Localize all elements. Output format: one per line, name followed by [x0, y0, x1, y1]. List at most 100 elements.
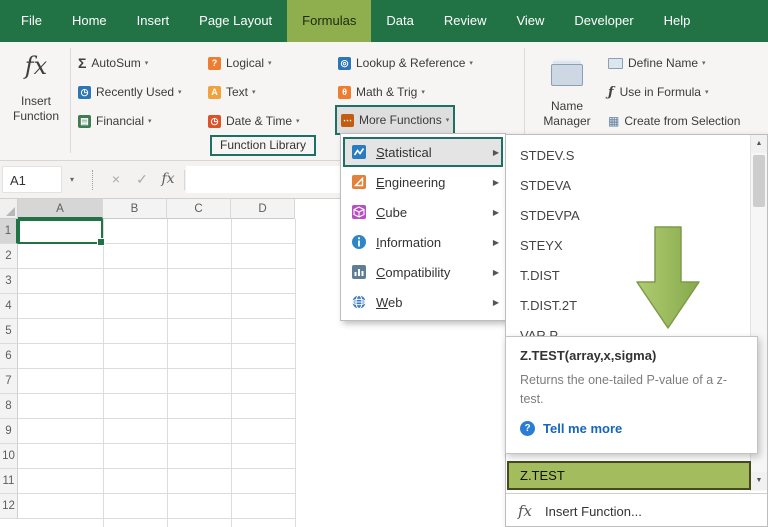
financial-button[interactable]: ▤ Financial ▾ — [78, 108, 152, 134]
name-manager-label-1: Name — [550, 99, 583, 113]
tab-insert[interactable]: Insert — [122, 0, 185, 42]
chevron-down-icon: ▾ — [296, 118, 300, 125]
statistical-icon — [351, 144, 367, 160]
tab-view[interactable]: View — [501, 0, 559, 42]
chevron-down-icon: ▾ — [148, 118, 152, 125]
tab-help[interactable]: Help — [649, 0, 706, 42]
cube-icon — [351, 204, 367, 220]
more-functions-button[interactable]: ⋯ More Functions ▾ — [335, 105, 456, 135]
fill-handle[interactable] — [97, 238, 105, 246]
row-header[interactable]: 12 — [0, 494, 18, 519]
text-button[interactable]: A Text ▾ — [208, 79, 256, 105]
menu-item-compatibility[interactable]: Compatibility ▶ — [343, 257, 503, 287]
function-item[interactable]: STDEVA — [506, 171, 750, 201]
recently-used-label: Recently Used — [96, 85, 175, 99]
column-header-c[interactable]: C — [167, 199, 231, 219]
sigma-icon: Σ — [78, 55, 87, 71]
lookup-reference-icon: ◎ — [338, 56, 351, 70]
autosum-button[interactable]: Σ AutoSum ▾ — [78, 50, 148, 76]
ribbon-tab-bar: File Home Insert Page Layout Formulas Da… — [0, 0, 768, 42]
tab-developer[interactable]: Developer — [559, 0, 648, 42]
math-trig-label: Math & Trig — [356, 85, 418, 99]
formula-bar-divider — [92, 170, 93, 190]
scrollbar-thumb[interactable] — [753, 155, 765, 207]
menu-item-cube[interactable]: Cube ▶ — [343, 197, 503, 227]
gridline — [231, 219, 232, 527]
select-all-corner[interactable] — [0, 199, 18, 219]
tab-formulas[interactable]: Formulas — [287, 0, 372, 42]
function-library-callout: Function Library — [210, 135, 317, 156]
function-item[interactable]: T.DIST — [506, 261, 750, 291]
function-item-ztest-highlighted[interactable]: Z.TEST — [507, 461, 751, 490]
menu-label: S — [376, 144, 385, 160]
row-header[interactable]: 10 — [0, 444, 18, 469]
define-name-label: Define Name — [628, 56, 699, 70]
tab-page-layout[interactable]: Page Layout — [184, 0, 287, 42]
row-header[interactable]: 1 — [0, 219, 18, 244]
tab-data[interactable]: Data — [371, 0, 428, 42]
group-separator — [70, 48, 71, 153]
row-header[interactable]: 3 — [0, 269, 18, 294]
row-header[interactable]: 7 — [0, 369, 18, 394]
cancel-button[interactable]: × — [104, 166, 128, 193]
chevron-down-icon: ▾ — [178, 89, 182, 96]
menu-item-statistical[interactable]: Statistical ▶ — [343, 137, 503, 167]
function-item[interactable]: STDEV.S — [506, 141, 750, 171]
name-box[interactable]: A1 — [2, 166, 62, 193]
logical-button[interactable]: ? Logical ▾ — [208, 50, 272, 76]
insert-function-fx-button[interactable]: fx — [156, 166, 180, 193]
enter-button[interactable]: ✓ — [130, 166, 154, 193]
tab-home[interactable]: Home — [57, 0, 122, 42]
chevron-down-icon: ▾ — [268, 60, 272, 67]
scroll-up-icon[interactable]: ▲ — [751, 135, 767, 153]
cells-area[interactable] — [18, 219, 296, 527]
web-icon — [351, 294, 367, 310]
function-item[interactable]: STEYX — [506, 231, 750, 261]
row-header[interactable]: 8 — [0, 394, 18, 419]
column-header-b[interactable]: B — [103, 199, 167, 219]
menu-item-information[interactable]: Information ▶ — [343, 227, 503, 257]
insert-function-menu-item[interactable]: fx Insert Function... — [506, 493, 767, 527]
insert-function-button[interactable]: fx Insert Function — [6, 46, 66, 156]
function-tooltip: Z.TEST(array,x,sigma) Returns the one-ta… — [505, 336, 758, 454]
tab-file[interactable]: File — [6, 0, 57, 42]
name-box-dropdown-icon[interactable]: ▾ — [64, 166, 80, 193]
column-header-a[interactable]: A — [18, 199, 103, 219]
text-icon: A — [208, 85, 221, 99]
formula-bar-divider — [184, 170, 185, 190]
define-name-button[interactable]: Define Name ▾ — [608, 50, 706, 76]
tab-review[interactable]: Review — [429, 0, 502, 42]
row-header[interactable]: 6 — [0, 344, 18, 369]
row-header[interactable]: 9 — [0, 419, 18, 444]
function-item[interactable]: T.DIST.2T — [506, 291, 750, 321]
function-item[interactable]: STDEVPA — [506, 201, 750, 231]
chevron-down-icon: ▾ — [445, 117, 450, 124]
lookup-reference-label: Lookup & Reference — [356, 56, 466, 70]
menu-label: E — [376, 174, 385, 190]
recently-used-icon: ◷ — [78, 85, 91, 99]
tell-me-more-link[interactable]: ? Tell me more — [520, 420, 743, 436]
row-header[interactable]: 4 — [0, 294, 18, 319]
menu-item-engineering[interactable]: Engineering ▶ — [343, 167, 503, 197]
selected-cell-a1[interactable] — [18, 219, 105, 246]
text-label: Text — [226, 85, 249, 99]
submenu-arrow-icon: ▶ — [492, 237, 499, 247]
math-trig-button[interactable]: θ Math & Trig ▾ — [338, 79, 425, 105]
chevron-down-icon: ▾ — [252, 89, 256, 96]
row-header[interactable]: 11 — [0, 469, 18, 494]
lookup-reference-button[interactable]: ◎ Lookup & Reference ▾ — [338, 50, 473, 76]
name-manager-label-2: Manager — [543, 114, 591, 128]
date-time-button[interactable]: ◷ Date & Time ▾ — [208, 108, 300, 134]
menu-label: ngineering — [384, 174, 446, 190]
create-from-selection-button[interactable]: ▦ Create from Selection — [608, 108, 740, 134]
recently-used-button[interactable]: ◷ Recently Used ▾ — [78, 79, 182, 105]
tooltip-title: Z.TEST(array,x,sigma) — [520, 348, 657, 363]
use-in-formula-button[interactable]: ƒ Use in Formula ▾ — [608, 79, 708, 105]
menu-item-web[interactable]: Web ▶ — [343, 287, 503, 317]
row-header[interactable]: 2 — [0, 244, 18, 269]
gridline — [295, 219, 296, 527]
row-header[interactable]: 5 — [0, 319, 18, 344]
column-header-d[interactable]: D — [231, 199, 295, 219]
menu-label: C — [376, 204, 386, 220]
scroll-down-icon[interactable]: ▼ — [751, 472, 767, 490]
